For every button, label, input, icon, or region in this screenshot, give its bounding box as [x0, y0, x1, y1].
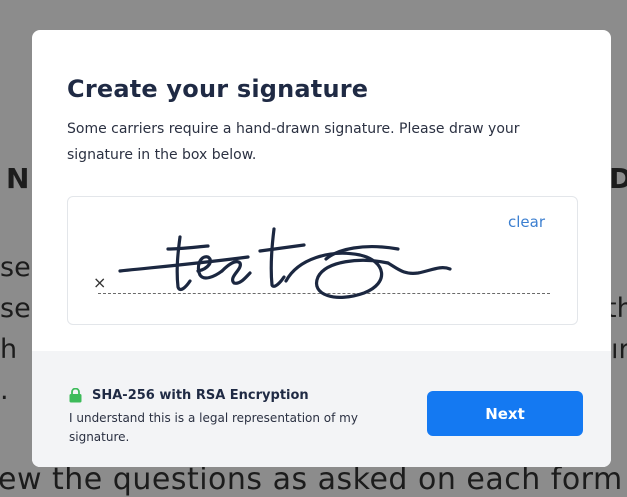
- modal-description: Some carriers require a hand-drawn signa…: [67, 121, 520, 163]
- handwritten-signature: [118, 227, 452, 299]
- security-row: SHA-256 with RSA Encryption: [69, 388, 309, 403]
- background-bottom-line: ew the questions as asked on each form: [0, 462, 623, 497]
- security-title: SHA-256 with RSA Encryption: [92, 388, 309, 403]
- background-heading-left: N: [6, 162, 30, 195]
- background-line-left-4: .: [0, 375, 9, 406]
- page-root: N D se se h . th ır ew the questions as …: [0, 0, 627, 497]
- modal-footer: SHA-256 with RSA Encryption I understand…: [32, 351, 611, 467]
- background-heading-right: D: [609, 162, 627, 195]
- modal-title: Create your signature: [67, 75, 369, 103]
- background-line-right-3: ır: [611, 334, 627, 365]
- next-button[interactable]: Next: [427, 391, 583, 436]
- lock-icon: [69, 388, 82, 403]
- signature-modal: Create your signature Some carriers requ…: [32, 30, 611, 467]
- background-line-left-1: se: [0, 252, 31, 283]
- signature-canvas[interactable]: clear ×: [67, 196, 578, 325]
- background-line-left-3: h: [0, 334, 18, 365]
- background-line-left-2: se: [0, 293, 31, 324]
- security-description: I understand this is a legal representat…: [69, 411, 358, 444]
